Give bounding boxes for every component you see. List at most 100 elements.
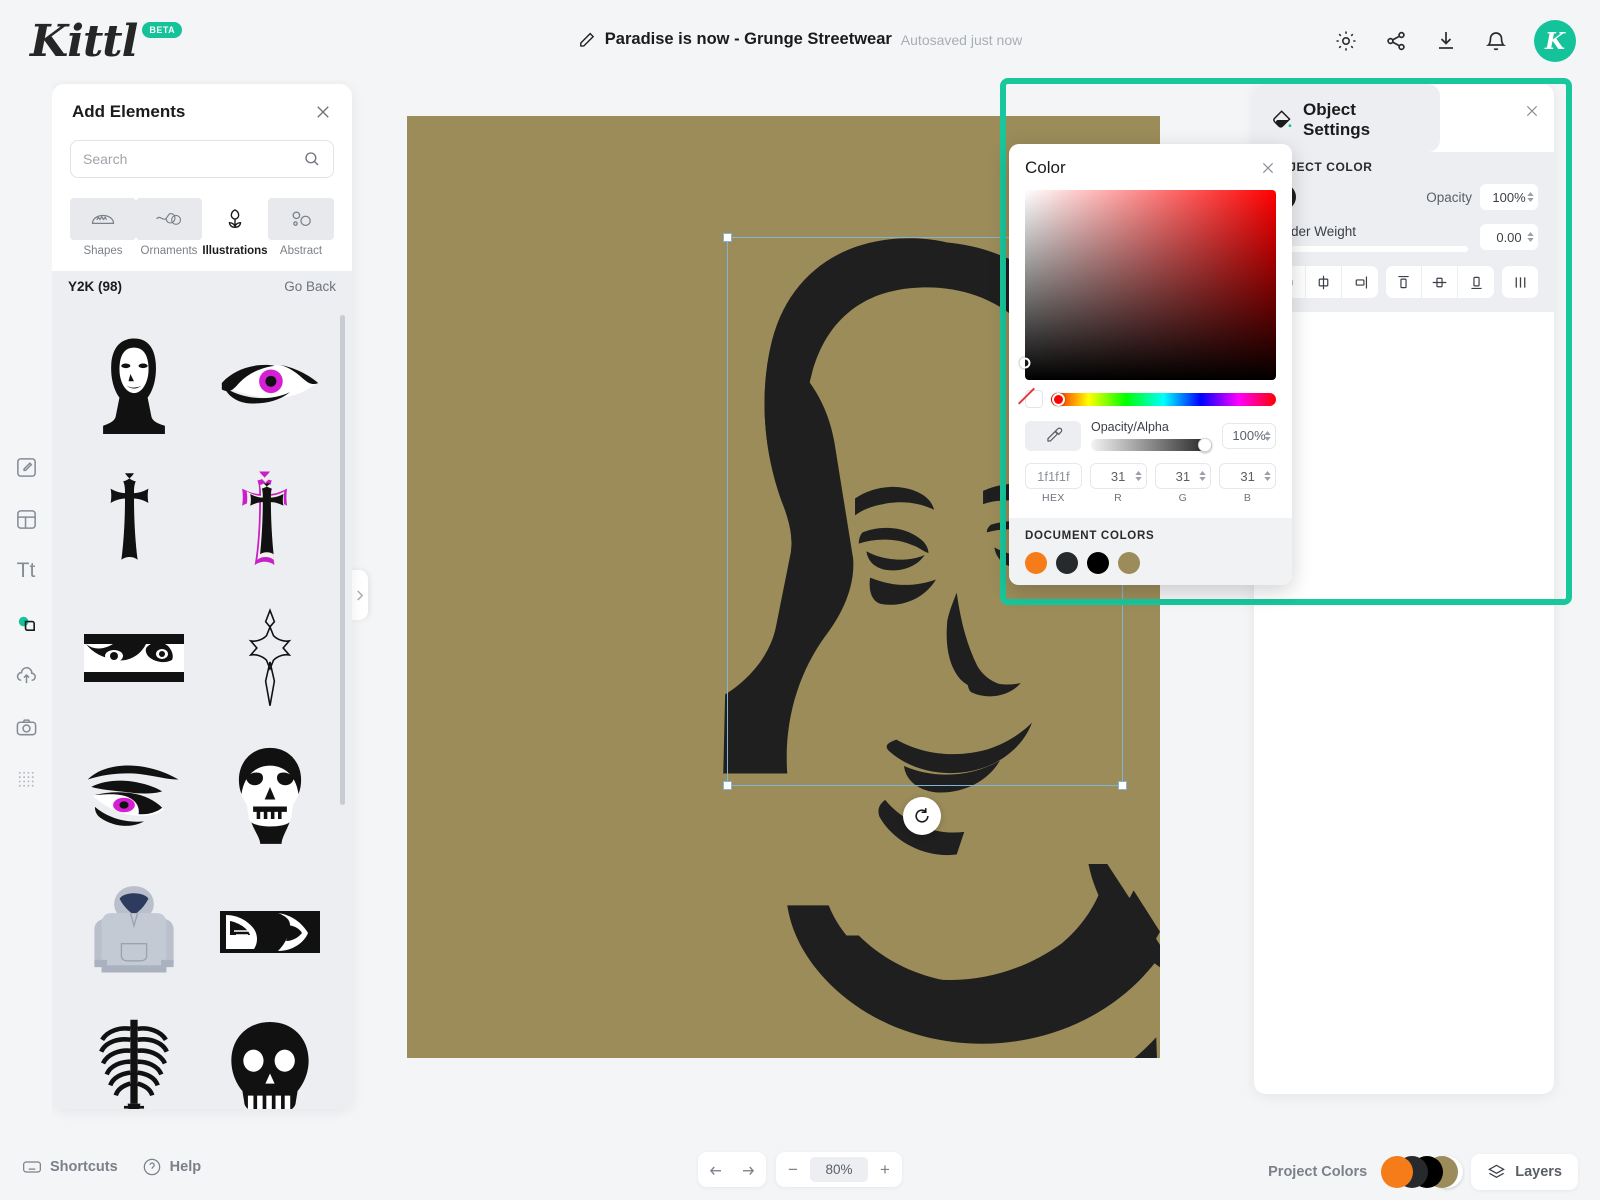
user-avatar[interactable]: K [1534, 20, 1576, 62]
saturation-cursor[interactable] [1019, 357, 1031, 369]
brand-logo[interactable]: Kittl BETA [30, 16, 183, 67]
hue-knob[interactable] [1052, 392, 1065, 406]
bell-icon[interactable] [1484, 29, 1508, 53]
eyedropper-button[interactable] [1025, 420, 1081, 451]
b-input[interactable]: 31 [1219, 463, 1276, 489]
project-color-swatch-0[interactable] [1381, 1156, 1414, 1188]
align-middle-vertical-button[interactable] [1422, 266, 1458, 298]
document-color-swatch-1[interactable] [1056, 552, 1078, 574]
resize-handle-top-left[interactable] [723, 233, 732, 242]
tab-shapes[interactable]: Shapes [70, 192, 136, 257]
tab-ornaments-iconbox [136, 198, 202, 240]
document-color-swatch-0[interactable] [1025, 552, 1047, 574]
shortcuts-label: Shortcuts [50, 1159, 118, 1175]
sidebar-item-templates[interactable] [9, 502, 43, 536]
resize-handle-bottom-right[interactable] [1118, 781, 1127, 790]
element-thumb-y2k-skull-silhouette[interactable] [202, 1000, 338, 1109]
download-icon[interactable] [1434, 29, 1458, 53]
document-color-swatch-3[interactable] [1118, 552, 1140, 574]
shapes-icon [91, 214, 115, 224]
element-thumb-y2k-ribcage[interactable] [66, 1000, 202, 1109]
b-cell: 31 B [1219, 463, 1276, 504]
align-bottom-button[interactable] [1458, 266, 1494, 298]
opacity-alpha-stepper[interactable] [1264, 430, 1271, 441]
y2k-woman-face-icon [103, 338, 165, 434]
element-thumb-y2k-woman-face-stencil[interactable] [66, 315, 202, 452]
opacity-stepper[interactable] [1527, 192, 1534, 202]
element-thumb-y2k-eyes-strip[interactable] [66, 589, 202, 726]
element-thumb-y2k-grey-hoodie[interactable] [66, 863, 202, 1000]
element-thumb-y2k-skull-head[interactable] [202, 726, 338, 863]
zoom-in-button[interactable]: + [868, 1152, 902, 1187]
document-color-swatch-2[interactable] [1087, 552, 1109, 574]
element-thumb-y2k-gothic-cross-outline[interactable] [202, 589, 338, 726]
no-color-button[interactable] [1025, 390, 1043, 408]
border-weight-field[interactable]: 0.00 [1480, 224, 1538, 250]
border-weight-slider[interactable] [1270, 244, 1468, 254]
bottom-right-group: Project Colors Layers [1268, 1154, 1578, 1190]
border-weight-row: Border Weight 0.00 [1270, 224, 1538, 254]
element-thumb-y2k-gothic-cross-magenta[interactable] [202, 452, 338, 589]
text-icon: Tt [16, 559, 36, 582]
element-thumb-y2k-mouth-strip[interactable] [202, 863, 338, 1000]
r-input[interactable]: 31 [1089, 463, 1147, 489]
distribute-button[interactable] [1502, 266, 1538, 298]
panel-collapse-toggle[interactable] [350, 570, 368, 620]
tab-illustrations-label: Illustrations [202, 245, 268, 257]
close-icon[interactable] [1260, 160, 1276, 176]
document-title-group[interactable]: Paradise is now - Grunge Streetwear Auto… [578, 30, 1022, 49]
b-stepper[interactable] [1264, 471, 1271, 481]
search-input[interactable] [83, 151, 303, 167]
undo-icon [709, 1166, 721, 1175]
search-box[interactable] [70, 140, 334, 178]
sidebar-item-text[interactable]: Tt [9, 554, 43, 588]
zoom-value[interactable]: 80% [810, 1157, 868, 1182]
opacity-field[interactable]: 100% [1480, 184, 1538, 210]
sidebar-item-mockups[interactable] [9, 762, 43, 796]
align-center-horizontal-button[interactable] [1306, 266, 1342, 298]
help-button[interactable]: Help [142, 1157, 201, 1177]
rotate-handle[interactable] [903, 797, 941, 835]
element-thumb-y2k-eye-magenta-iris[interactable] [66, 726, 202, 863]
tab-ornaments[interactable]: Ornaments [136, 192, 202, 257]
align-right-button[interactable] [1342, 266, 1378, 298]
align-top-button[interactable] [1386, 266, 1422, 298]
layers-button[interactable]: Layers [1471, 1154, 1578, 1190]
g-stepper[interactable] [1199, 471, 1206, 481]
project-colors-swatches[interactable] [1381, 1156, 1464, 1188]
share-icon[interactable] [1384, 29, 1408, 53]
zoom-out-button[interactable]: − [776, 1152, 810, 1187]
close-icon[interactable] [1524, 103, 1540, 119]
border-weight-stepper[interactable] [1527, 232, 1534, 242]
sidebar-item-elements[interactable] [9, 606, 43, 640]
gear-icon[interactable] [1334, 29, 1358, 53]
search-icon[interactable] [303, 150, 321, 168]
hue-slider[interactable] [1051, 392, 1276, 406]
undo-button[interactable] [698, 1152, 732, 1187]
panel-scrollbar[interactable] [340, 315, 345, 805]
add-elements-panel: Add Elements Shapes [52, 84, 352, 1109]
saturation-value-field[interactable] [1019, 190, 1276, 380]
redo-button[interactable] [732, 1152, 766, 1187]
g-input[interactable]: 31 [1154, 463, 1212, 489]
sidebar-item-design[interactable] [9, 450, 43, 484]
element-thumb-y2k-magenta-eye[interactable] [202, 315, 338, 452]
tab-illustrations[interactable]: Illustrations [202, 192, 268, 257]
g-value: 31 [1175, 468, 1191, 484]
resize-handle-bottom-left[interactable] [723, 781, 732, 790]
sidebar-item-uploads[interactable] [9, 658, 43, 692]
shortcuts-button[interactable]: Shortcuts [22, 1157, 118, 1177]
g-cell: 31 G [1154, 463, 1212, 504]
sidebar-item-photos[interactable] [9, 710, 43, 744]
r-stepper[interactable] [1134, 471, 1142, 481]
opacity-alpha-slider[interactable] [1091, 438, 1212, 452]
opacity-alpha-field[interactable]: 100% [1222, 422, 1276, 449]
close-icon[interactable] [314, 103, 332, 121]
hex-input[interactable]: 1f1f1f [1025, 463, 1082, 489]
tab-abstract[interactable]: Abstract [268, 192, 334, 257]
left-toolbar: Tt [0, 80, 52, 1120]
go-back-link[interactable]: Go Back [284, 279, 336, 294]
opacity-alpha-knob[interactable] [1198, 438, 1212, 452]
element-thumb-y2k-gothic-cross-solid[interactable] [66, 452, 202, 589]
y2k-mouth-strip-icon [220, 910, 320, 953]
